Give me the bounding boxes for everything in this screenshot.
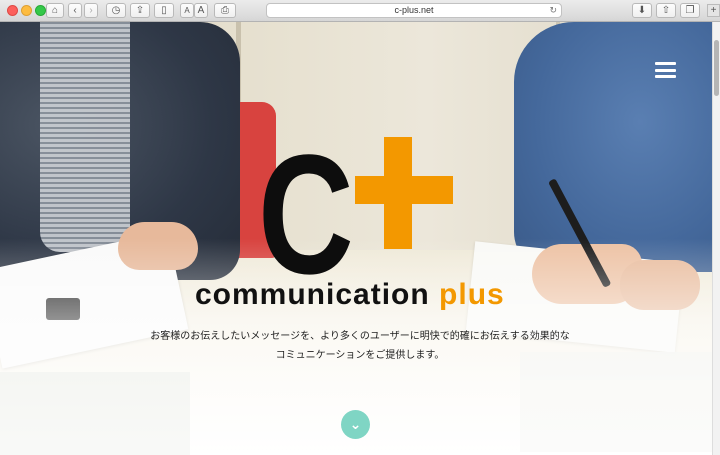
minimize-window-button[interactable] bbox=[21, 5, 32, 16]
sidebar-button[interactable]: ▯ bbox=[154, 3, 174, 18]
background-overlay bbox=[0, 22, 712, 455]
sidebar-icon: ▯ bbox=[161, 5, 167, 16]
menu-icon bbox=[655, 75, 676, 78]
menu-icon bbox=[655, 68, 676, 72]
history-button[interactable]: ◷ bbox=[106, 3, 126, 18]
page-scrollbar[interactable] bbox=[712, 22, 720, 455]
history-icon: ◷ bbox=[111, 5, 121, 16]
close-window-button[interactable] bbox=[7, 5, 18, 16]
browser-toolbar: ⌂ ‹ › ◷ ⇪ ▯ A A ⎙ c-plus.net ↻ ⬇ ⇧ ❐ + bbox=[0, 0, 720, 22]
tagline-plus: plus bbox=[439, 278, 505, 311]
font-smaller-label: A bbox=[184, 6, 190, 15]
home-button[interactable]: ⌂ bbox=[46, 3, 64, 18]
address-bar[interactable]: c-plus.net ↻ bbox=[266, 3, 562, 18]
description-line: お客様のお伝えしたいメッセージを、より多くのユーザーに明快で的確にお伝えする効果… bbox=[150, 331, 570, 342]
maximize-window-button[interactable] bbox=[35, 5, 46, 16]
menu-icon bbox=[655, 62, 676, 65]
chevron-down-icon: ⌄ bbox=[349, 416, 362, 432]
tagline-communication: communication bbox=[195, 278, 430, 311]
back-button[interactable]: ‹ bbox=[68, 3, 82, 18]
home-icon: ⌂ bbox=[51, 5, 59, 16]
scroll-down-button[interactable]: ⌄ bbox=[341, 410, 370, 439]
forward-button[interactable]: › bbox=[84, 3, 98, 18]
font-larger-button[interactable]: A bbox=[194, 3, 208, 18]
reading-list-button[interactable]: ⇪ bbox=[130, 3, 150, 18]
url-text: c-plus.net bbox=[394, 5, 434, 15]
scrollbar-thumb[interactable] bbox=[714, 40, 719, 96]
font-smaller-button[interactable]: A bbox=[180, 3, 194, 18]
share-out-icon: ⇧ bbox=[661, 5, 671, 16]
share-button[interactable]: ⇧ bbox=[656, 3, 676, 18]
logo-tagline: communication plus bbox=[195, 280, 505, 310]
logo-letter: C bbox=[258, 120, 354, 310]
logo-plus-icon bbox=[355, 176, 453, 204]
reload-icon[interactable]: ↻ bbox=[549, 4, 557, 17]
tabs-icon: ❐ bbox=[685, 5, 695, 16]
font-larger-label: A bbox=[197, 5, 205, 16]
print-icon: ⎙ bbox=[221, 5, 229, 16]
hero-section: C communication plus お客様のお伝えしたいメッセージを、より… bbox=[0, 22, 712, 455]
description-line: コミュニケーションをご提供します。 bbox=[275, 350, 445, 361]
print-button[interactable]: ⎙ bbox=[214, 3, 236, 18]
back-icon: ‹ bbox=[73, 5, 77, 16]
hero-description: お客様のお伝えしたいメッセージを、より多くのユーザーに明快で的確にお伝えする効果… bbox=[130, 327, 590, 365]
tabs-button[interactable]: ❐ bbox=[680, 3, 700, 18]
share-icon: ⇪ bbox=[135, 5, 145, 16]
forward-icon: › bbox=[89, 5, 93, 16]
downloads-button[interactable]: ⬇ bbox=[632, 3, 652, 18]
hamburger-menu-button[interactable] bbox=[655, 62, 676, 78]
download-icon: ⬇ bbox=[637, 5, 647, 16]
new-tab-button[interactable]: + bbox=[707, 4, 720, 17]
